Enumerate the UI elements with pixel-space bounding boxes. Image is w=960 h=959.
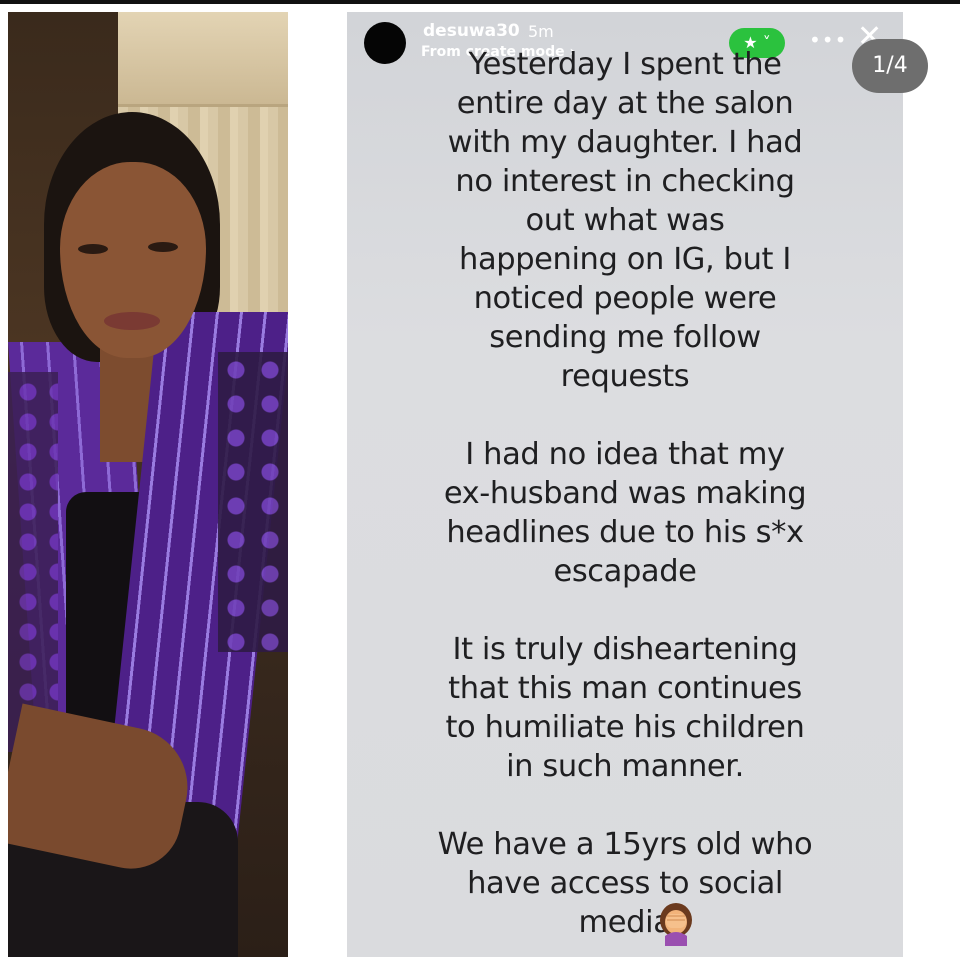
top-border	[0, 0, 960, 4]
lips	[104, 312, 160, 330]
facepalm-emoji	[660, 903, 692, 946]
woman-photo	[8, 12, 288, 957]
right-eye	[148, 242, 178, 252]
story-text: Yesterday I spent the entire day at the …	[437, 47, 813, 940]
left-eye	[78, 244, 108, 254]
lace-pattern-right	[218, 352, 288, 652]
page-counter: 1/4	[852, 39, 928, 93]
lace-pattern	[8, 372, 58, 752]
story-time: 5m	[528, 22, 554, 41]
instagram-story: desuwa30 5m From create mode › ★ ˅ ••• ✕…	[347, 12, 903, 957]
curtain-valance	[118, 12, 288, 107]
story-username[interactable]: desuwa30	[423, 21, 520, 41]
